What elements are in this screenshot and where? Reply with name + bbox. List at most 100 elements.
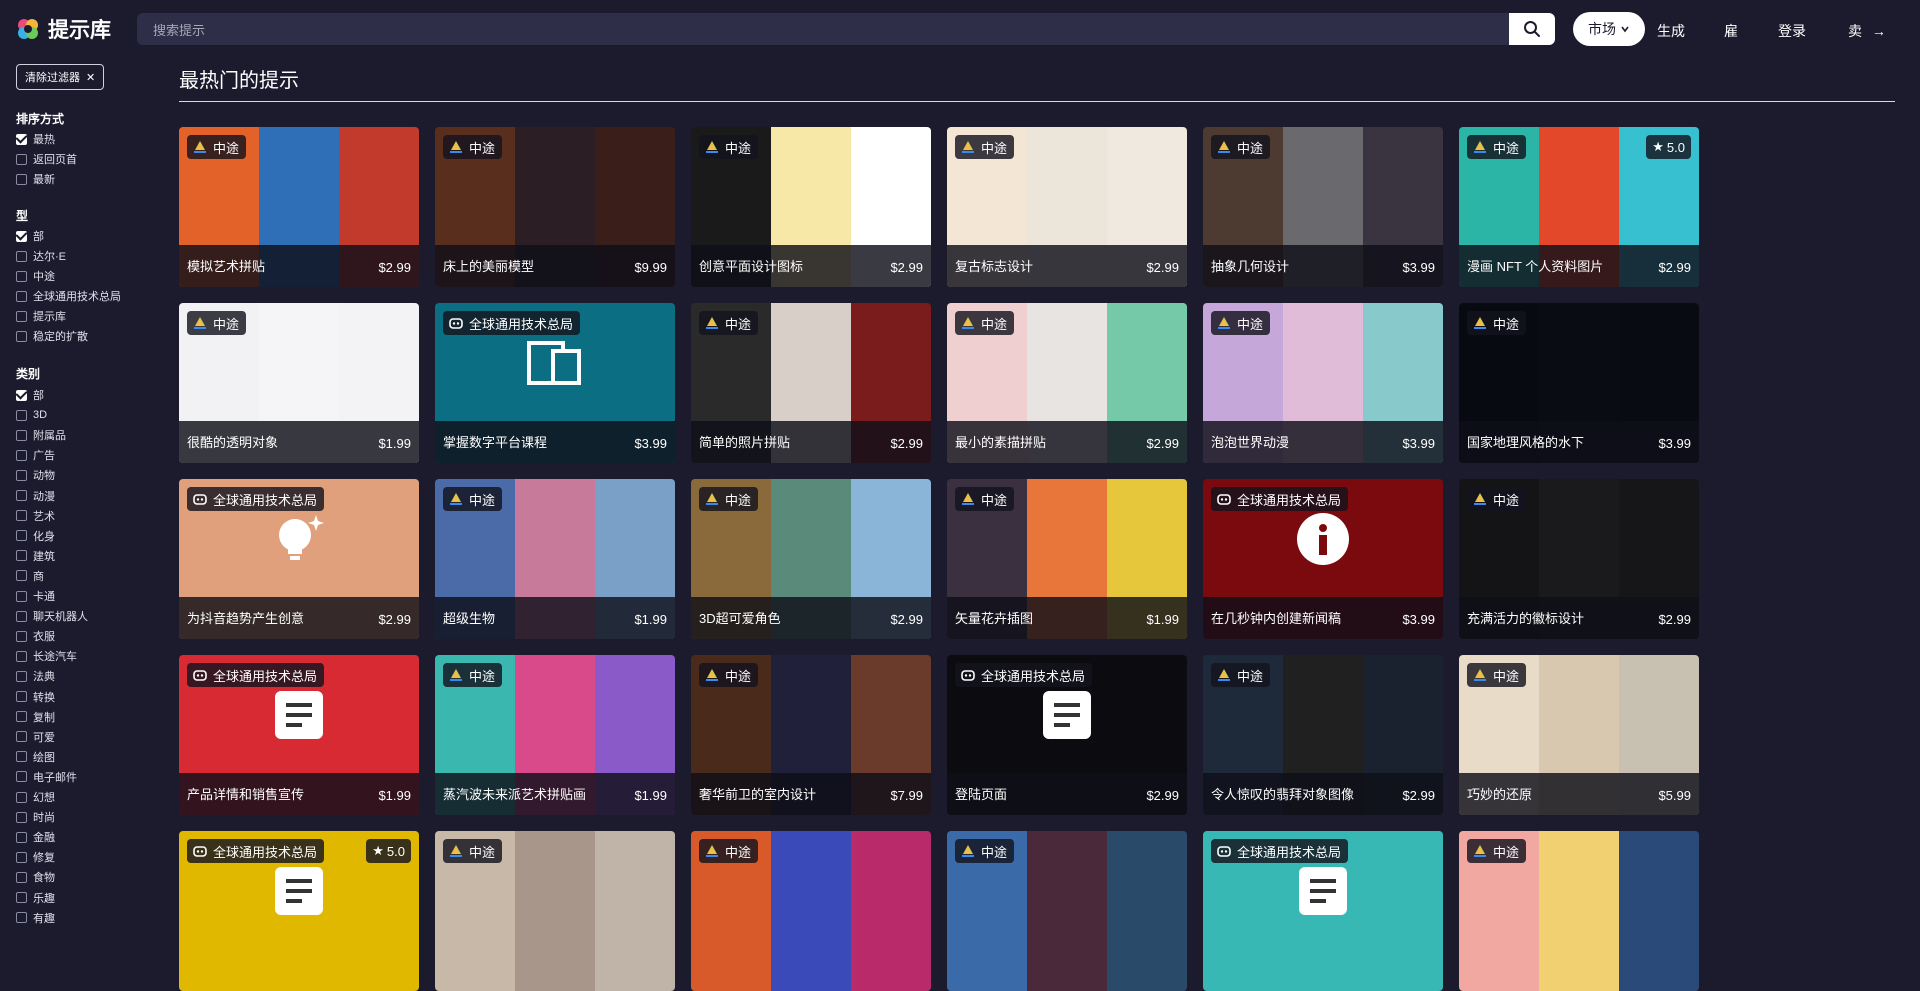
checkbox[interactable]: [16, 831, 27, 843]
prompt-card[interactable]: 全球通用技术总局: [1203, 831, 1443, 991]
filter-option[interactable]: 艺术: [16, 509, 55, 523]
filter-option[interactable]: 稳定的扩散: [16, 329, 88, 343]
prompt-card[interactable]: 中途 很酷的透明对象 $1.99: [179, 303, 419, 463]
prompt-card[interactable]: 中途 抽象几何设计 $3.99: [1203, 127, 1443, 287]
filter-option[interactable]: 最新: [16, 172, 55, 186]
checkbox[interactable]: [16, 449, 27, 461]
prompt-card[interactable]: 中途 矢量花卉插图 $1.99: [947, 479, 1187, 639]
prompt-card[interactable]: 中途: [691, 831, 931, 991]
checkbox[interactable]: [16, 871, 27, 883]
filter-option[interactable]: 化身: [16, 529, 55, 543]
prompt-card[interactable]: 中途 创意平面设计图标 $2.99: [691, 127, 931, 287]
checkbox[interactable]: [16, 550, 27, 562]
checkbox[interactable]: [16, 570, 27, 582]
filter-option[interactable]: 中途: [16, 269, 55, 283]
prompt-card[interactable]: 全球通用技术总局 登陆页面 $2.99: [947, 655, 1187, 815]
filter-option[interactable]: 部: [16, 229, 44, 243]
checkbox[interactable]: [16, 711, 27, 723]
checkbox[interactable]: [16, 429, 27, 441]
filter-option[interactable]: 可爱: [16, 730, 55, 744]
checkbox[interactable]: [16, 630, 27, 642]
checkbox[interactable]: [16, 912, 27, 924]
checkbox[interactable]: [16, 510, 27, 522]
filter-option[interactable]: 长途汽车: [16, 649, 77, 663]
market-dropdown[interactable]: 市场: [1573, 12, 1645, 46]
checkbox[interactable]: [16, 751, 27, 763]
checkbox[interactable]: [16, 691, 27, 702]
search-input[interactable]: [151, 13, 1495, 47]
prompt-card[interactable]: 全球通用技术总局 为抖音趋势产生创意 $2.99: [179, 479, 419, 639]
checkbox[interactable]: [16, 731, 27, 743]
prompt-card[interactable]: 中途 床上的美丽模型 $9.99: [435, 127, 675, 287]
filter-option[interactable]: 达尔·E: [16, 249, 66, 263]
clear-filters-button[interactable]: 清除过滤器 ✕: [16, 64, 105, 90]
checkbox[interactable]: [16, 670, 27, 682]
filter-option[interactable]: 电子邮件: [16, 770, 77, 784]
prompt-card[interactable]: 中途 复古标志设计 $2.99: [947, 127, 1187, 287]
filter-option[interactable]: 动漫: [16, 489, 55, 503]
checkbox[interactable]: [16, 771, 27, 783]
checkbox[interactable]: [16, 270, 27, 282]
prompt-card[interactable]: 中途: [435, 831, 675, 991]
prompt-card[interactable]: 中途: [1459, 831, 1699, 991]
checkbox[interactable]: [16, 610, 27, 622]
checkbox[interactable]: [16, 469, 27, 481]
checkbox[interactable]: [16, 230, 27, 242]
nav-generate[interactable]: 生成: [1657, 21, 1685, 41]
prompt-card[interactable]: 中途 国家地理风格的水下 $3.99: [1459, 303, 1699, 463]
filter-option[interactable]: 乐趣: [16, 891, 55, 905]
checkbox[interactable]: [16, 330, 27, 342]
checkbox[interactable]: [16, 811, 27, 823]
filter-option[interactable]: 3D: [16, 408, 47, 422]
logo[interactable]: 提示库: [16, 14, 111, 44]
prompt-card[interactable]: 中途 简单的照片拼贴 $2.99: [691, 303, 931, 463]
prompt-card[interactable]: 中途 ★ 5.0 漫画 NFT 个人资料图片 $2.99: [1459, 127, 1699, 287]
prompt-card[interactable]: 中途: [947, 831, 1187, 991]
filter-option[interactable]: 修复: [16, 850, 55, 864]
filter-option[interactable]: 法典: [16, 669, 55, 683]
filter-option[interactable]: 附属品: [16, 428, 66, 442]
filter-option[interactable]: 绘图: [16, 750, 55, 764]
checkbox[interactable]: [16, 650, 27, 662]
filter-option[interactable]: 最热: [16, 132, 55, 146]
checkbox[interactable]: [16, 791, 27, 803]
checkbox[interactable]: [16, 290, 27, 302]
filter-option[interactable]: 卡通: [16, 589, 55, 603]
filter-option[interactable]: 转换: [16, 690, 55, 704]
checkbox[interactable]: [16, 530, 27, 542]
prompt-card[interactable]: 全球通用技术总局 ★ 5.0: [179, 831, 419, 991]
filter-option[interactable]: 全球通用技术总局: [16, 289, 121, 303]
prompt-card[interactable]: 中途 蒸汽波未来派艺术拼贴画 $1.99: [435, 655, 675, 815]
prompt-card[interactable]: 全球通用技术总局 在几秒钟内创建新闻稿 $3.99: [1203, 479, 1443, 639]
filter-option[interactable]: 衣服: [16, 629, 55, 643]
nav-login[interactable]: 登录: [1778, 21, 1806, 41]
filter-option[interactable]: 广告: [16, 448, 55, 462]
checkbox[interactable]: [16, 250, 27, 262]
filter-option[interactable]: 有趣: [16, 911, 55, 925]
filter-option[interactable]: 幻想: [16, 790, 55, 804]
prompt-card[interactable]: 中途 超级生物 $1.99: [435, 479, 675, 639]
prompt-card[interactable]: 全球通用技术总局 产品详情和销售宣传 $1.99: [179, 655, 419, 815]
filter-option[interactable]: 时尚: [16, 810, 55, 824]
checkbox[interactable]: [16, 590, 27, 602]
checkbox[interactable]: [16, 173, 27, 185]
prompt-card[interactable]: 中途 模拟艺术拼贴 $2.99: [179, 127, 419, 287]
checkbox[interactable]: [16, 409, 27, 421]
filter-option[interactable]: 动物: [16, 468, 55, 482]
search-button[interactable]: [1509, 13, 1555, 45]
filter-option[interactable]: 金融: [16, 830, 55, 844]
nav-sell[interactable]: 卖 →: [1848, 21, 1886, 41]
filter-option[interactable]: 食物: [16, 870, 55, 884]
checkbox[interactable]: [16, 490, 27, 501]
checkbox[interactable]: [16, 851, 27, 863]
checkbox[interactable]: [16, 153, 27, 165]
prompt-card[interactable]: 中途 巧妙的还原 $5.99: [1459, 655, 1699, 815]
filter-option[interactable]: 商: [16, 569, 44, 583]
prompt-card[interactable]: 中途 最小的素描拼贴 $2.99: [947, 303, 1187, 463]
filter-option[interactable]: 聊天机器人: [16, 609, 88, 623]
checkbox[interactable]: [16, 133, 27, 145]
filter-option[interactable]: 部: [16, 388, 44, 402]
prompt-card[interactable]: 中途 奢华前卫的室内设计 $7.99: [691, 655, 931, 815]
prompt-card[interactable]: 中途 泡泡世界动漫 $3.99: [1203, 303, 1443, 463]
nav-hire[interactable]: 雇: [1724, 21, 1738, 41]
